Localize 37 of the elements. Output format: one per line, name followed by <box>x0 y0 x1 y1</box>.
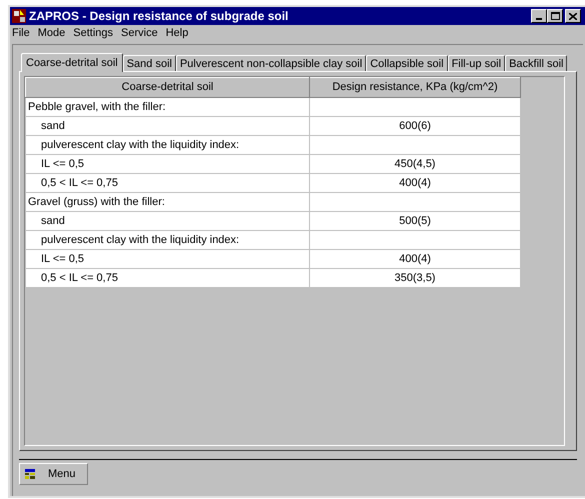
table-cell: pulverescent clay with the liquidity index: <box>26 136 310 154</box>
menu-item[interactable]: Service <box>117 24 162 42</box>
table-cell: IL <= 0,5 <box>26 154 310 174</box>
table-cell: sand <box>26 116 310 136</box>
tab[interactable]: Collapsible soil <box>366 55 448 71</box>
column-header: Design resistance, KPa (kg/cm^2) <box>310 78 520 98</box>
table-cell: IL <= 0,5 <box>26 250 310 268</box>
table-cell: 400(4) <box>310 250 520 268</box>
table-cell: 600(6) <box>310 116 520 136</box>
close-icon <box>569 12 577 20</box>
tab[interactable]: Pulverescent non-collapsible clay soil <box>176 55 366 71</box>
close-button[interactable] <box>565 9 581 23</box>
table-cell: pulverescent clay with the liquidity index: <box>26 230 310 250</box>
tab[interactable]: Coarse-detrital soil <box>21 53 123 72</box>
table-cell: 450(4,5) <box>310 154 520 174</box>
minimize-button[interactable] <box>531 9 547 23</box>
tab[interactable]: Sand soil <box>122 55 176 71</box>
maximize-button[interactable] <box>547 9 563 23</box>
menu-item[interactable]: Help <box>162 24 192 42</box>
table-cell: Gravel (gruss) with the filler: <box>26 192 310 212</box>
table-cell: sand <box>26 212 310 230</box>
menu-item[interactable]: Settings <box>69 24 118 42</box>
menu-button[interactable]: Menu <box>19 463 88 485</box>
table-cell: 500(5) <box>310 212 520 230</box>
menu-item[interactable]: File <box>10 24 34 42</box>
table-cell: 0,5 < IL <= 0,75 <box>26 174 310 192</box>
table-cell: 0,5 < IL <= 0,75 <box>26 268 310 288</box>
table-cell: 350(3,5) <box>310 268 520 288</box>
table-cell: Pebble gravel, with the filler: <box>26 98 310 116</box>
menu-item[interactable]: Mode <box>34 24 70 42</box>
tab[interactable]: Fill-up soil <box>448 55 506 71</box>
table-cell: 400(4) <box>310 174 520 192</box>
app-icon <box>12 9 26 23</box>
tab[interactable]: Backfill soil <box>505 55 568 71</box>
column-header: Coarse-detrital soil <box>26 78 310 98</box>
window-title: ZAPROS - Design resistance of subgrade soil <box>29 8 290 25</box>
grid-icon <box>25 469 35 479</box>
